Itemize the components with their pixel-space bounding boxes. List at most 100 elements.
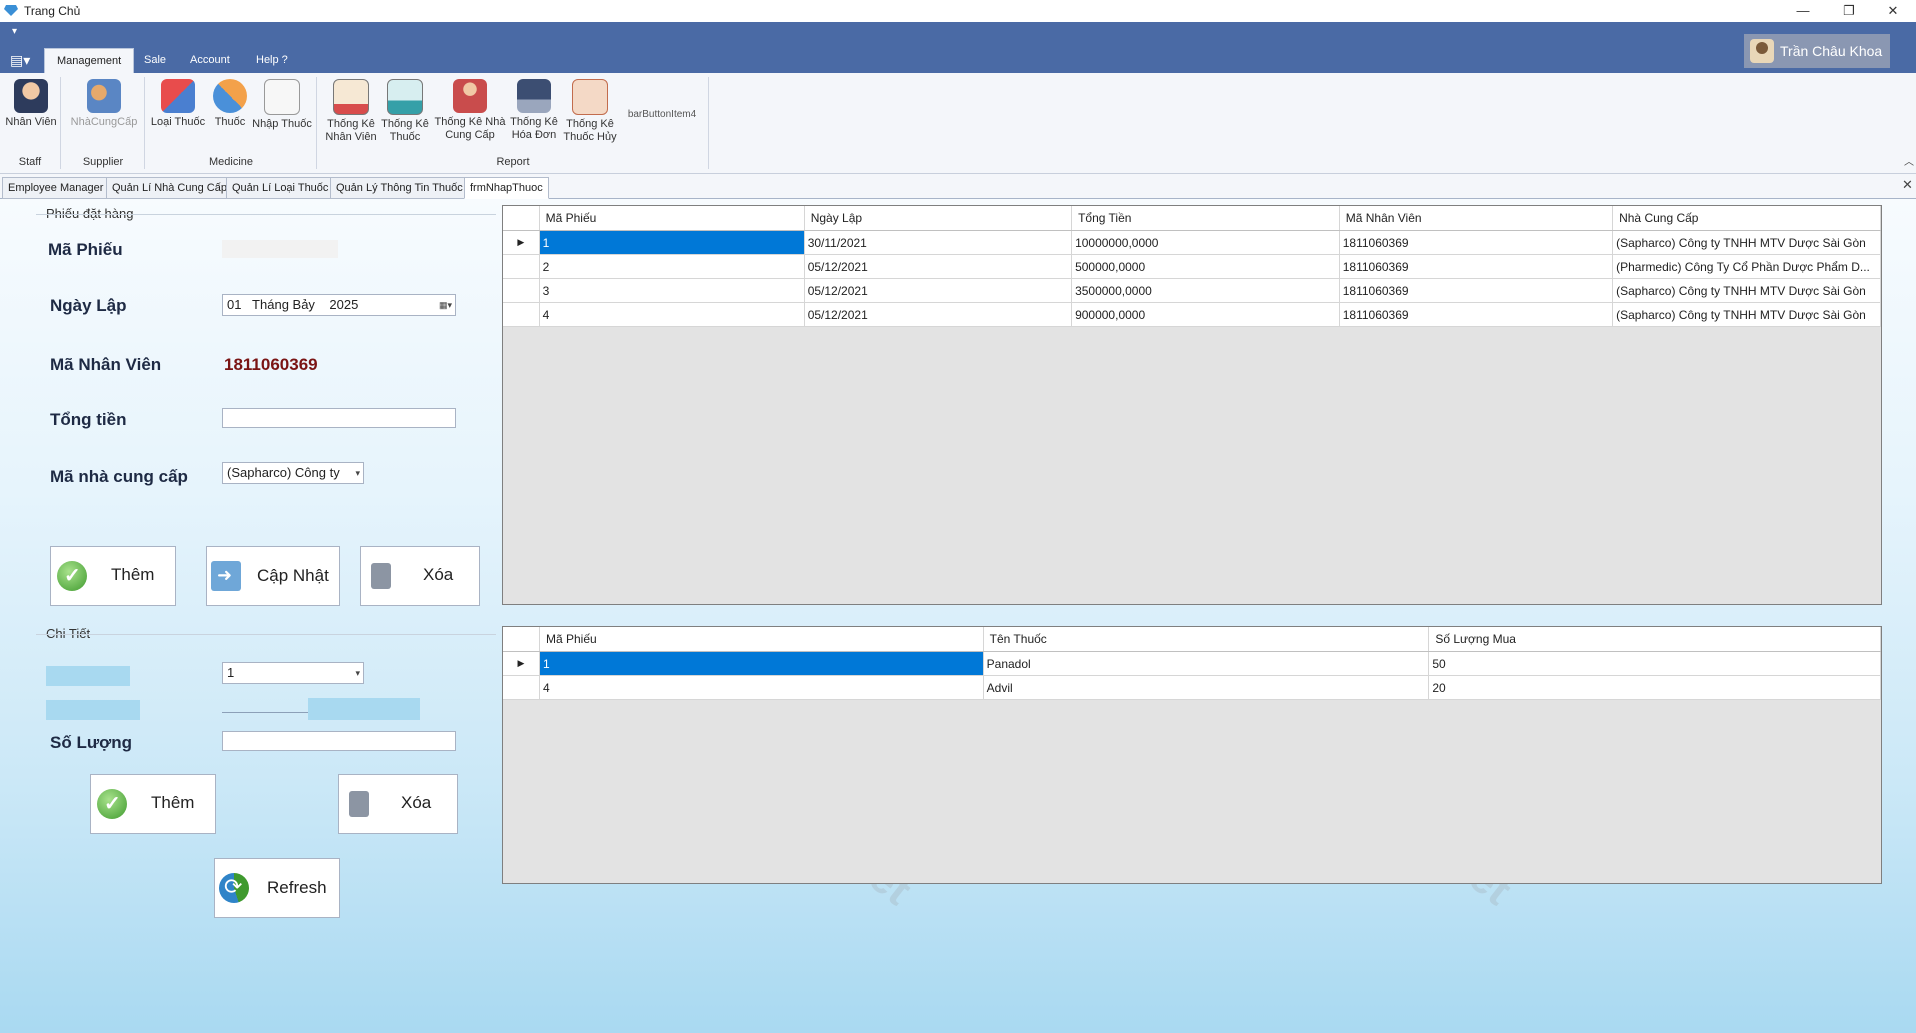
table-cell[interactable]: Advil xyxy=(983,675,1430,700)
column-header[interactable]: Mã Nhân Viên xyxy=(1339,206,1614,231)
group-separator xyxy=(60,77,61,169)
doc-tab-supplier[interactable]: Quản Lí Nhà Cung Cấp xyxy=(106,177,233,199)
table-cell[interactable]: 3 xyxy=(539,278,805,303)
table-cell[interactable]: 1811060369 xyxy=(1339,230,1614,255)
table-cell[interactable]: 1811060369 xyxy=(1339,302,1614,327)
table-cell[interactable]: 50 xyxy=(1428,651,1881,676)
restore-button[interactable]: ❐ xyxy=(1826,0,1872,22)
table-cell[interactable]: 10000000,0000 xyxy=(1071,230,1340,255)
minimize-button[interactable]: — xyxy=(1780,0,1826,22)
ngay-lap-label: Ngày Lập xyxy=(50,296,127,315)
phieu-detail-combobox[interactable]: 1 ▾ xyxy=(222,662,364,684)
table-cell[interactable]: 2 xyxy=(539,254,805,279)
medicine-type-button[interactable]: Loại Thuốc xyxy=(150,79,206,128)
tab-help[interactable]: Help ? xyxy=(244,48,300,72)
collapse-ribbon-icon[interactable]: ︿ xyxy=(1904,153,1914,168)
update-arrow-icon xyxy=(211,561,241,591)
ma-phieu-field[interactable] xyxy=(222,240,338,258)
quick-access-dropdown-icon[interactable]: ▾ xyxy=(12,26,17,37)
thuoc-detail-combobox[interactable] xyxy=(308,698,420,720)
trash-icon xyxy=(371,563,391,589)
table-cell[interactable]: 20 xyxy=(1428,675,1881,700)
app-menu-icon[interactable]: ▤▾ xyxy=(10,52,32,68)
table-cell[interactable]: 500000,0000 xyxy=(1071,254,1340,279)
table-cell[interactable]: 1 xyxy=(539,651,984,676)
supplier-icon xyxy=(87,79,121,113)
medicine-type-icon xyxy=(161,79,195,113)
xoa-order-button[interactable]: Xóa xyxy=(360,546,480,606)
table-cell[interactable]: 900000,0000 xyxy=(1071,302,1340,327)
table-cell[interactable]: 4 xyxy=(539,302,805,327)
close-button[interactable]: ✕ xyxy=(1870,0,1916,22)
doc-tab-medicine-type[interactable]: Quản Lí Loại Thuốc xyxy=(226,177,335,199)
table-row[interactable]: 4 05/12/2021 900000,0000 1811060369 (Sap… xyxy=(503,302,1881,327)
column-header[interactable]: Mã Phiếu xyxy=(539,206,805,231)
close-tab-icon[interactable]: ✕ xyxy=(1902,177,1913,193)
table-cell[interactable]: 1811060369 xyxy=(1339,278,1614,303)
table-row[interactable]: 4 Advil 20 xyxy=(503,675,1881,700)
phieu-detail-value: 1 xyxy=(227,665,235,680)
table-cell[interactable]: 30/11/2021 xyxy=(804,230,1073,255)
supplier-button[interactable]: NhàCungCấp xyxy=(70,79,138,128)
table-cell[interactable]: 05/12/2021 xyxy=(804,278,1073,303)
doc-tab-employee-manager[interactable]: Employee Manager xyxy=(2,177,110,199)
table-cell[interactable]: 1 xyxy=(539,230,805,255)
table-row[interactable]: 3 05/12/2021 3500000,0000 1811060369 (Sa… xyxy=(503,278,1881,303)
pills-button[interactable]: Thuốc xyxy=(210,79,250,128)
tab-sale[interactable]: Sale xyxy=(132,48,178,72)
thuoc-detail-field[interactable] xyxy=(222,712,308,713)
ngay-lap-datepicker[interactable]: 01 Tháng Bảy 2025 ▦▾ xyxy=(222,294,456,316)
table-cell[interactable]: (Sapharco) Công ty TNHH MTV Dược Sài Gòn xyxy=(1612,302,1881,327)
group-separator xyxy=(316,77,317,169)
employee-button[interactable]: Nhân Viên xyxy=(4,79,58,128)
table-cell[interactable]: (Sapharco) Công ty TNHH MTV Dược Sài Gòn xyxy=(1612,278,1881,303)
ma-ncc-combobox[interactable]: (Sapharco) Công ty ▾ xyxy=(222,462,364,484)
tong-tien-field[interactable] xyxy=(222,408,456,428)
column-header[interactable]: Ngày Lập xyxy=(804,206,1073,231)
tab-account[interactable]: Account xyxy=(178,48,242,72)
column-header[interactable]: Nhà Cung Cấp xyxy=(1612,206,1881,231)
supplier-stats-button[interactable]: Thống Kê Nhà Cung Cấp xyxy=(434,79,506,142)
invoice-stats-button[interactable]: Thống Kê Hóa Đơn xyxy=(508,79,560,142)
order-group-border xyxy=(36,214,496,215)
refresh-button[interactable]: Refresh xyxy=(214,858,340,918)
table-cell[interactable]: 1811060369 xyxy=(1339,254,1614,279)
refresh-label: Refresh xyxy=(267,878,327,897)
table-cell[interactable]: (Pharmedic) Công Ty Cổ Phần Dược Phẩm D.… xyxy=(1612,254,1881,279)
them-detail-button[interactable]: Thêm xyxy=(90,774,216,834)
table-row[interactable]: ▶ 1 Panadol 50 xyxy=(503,651,1881,676)
so-luong-field[interactable] xyxy=(222,731,456,751)
cancelled-medicine-stats-button[interactable]: Thống Kê Thuốc Hủy xyxy=(562,79,618,144)
supplier-stats-icon xyxy=(453,79,487,113)
column-header[interactable]: Mã Phiếu xyxy=(539,627,984,652)
row-header-corner xyxy=(503,206,540,231)
medicine-stats-button[interactable]: Thống Kê Thuốc xyxy=(380,79,430,144)
import-medicine-button[interactable]: Nhập Thuốc xyxy=(252,79,312,130)
table-cell[interactable]: 05/12/2021 xyxy=(804,302,1073,327)
row-header xyxy=(503,302,540,327)
user-button[interactable]: Trần Châu Khoa xyxy=(1744,34,1890,68)
doc-tab-frmnhapthuoc[interactable]: frmNhapThuoc xyxy=(464,177,549,199)
table-cell[interactable]: Panadol xyxy=(983,651,1430,676)
pills-icon xyxy=(213,79,247,113)
table-cell[interactable]: 05/12/2021 xyxy=(804,254,1073,279)
bar-button-item-4[interactable]: barButtonItem4 xyxy=(622,109,702,120)
them-order-button[interactable]: Thêm xyxy=(50,546,176,606)
group-report: Report xyxy=(496,156,530,168)
table-row[interactable]: 2 05/12/2021 500000,0000 1811060369 (Pha… xyxy=(503,254,1881,279)
ma-phieu-label: Mã Phiếu xyxy=(48,240,123,259)
xoa-detail-button[interactable]: Xóa xyxy=(338,774,458,834)
doc-tab-medicine-info[interactable]: Quản Lý Thông Tin Thuốc xyxy=(330,177,469,199)
column-header[interactable]: Số Lượng Mua xyxy=(1428,627,1881,652)
table-cell[interactable]: 4 xyxy=(539,675,984,700)
column-header[interactable]: Tên Thuốc xyxy=(983,627,1430,652)
table-row[interactable]: ▶ 1 30/11/2021 10000000,0000 1811060369 … xyxy=(503,230,1881,255)
tab-management[interactable]: Management xyxy=(44,48,135,73)
calendar-icon[interactable]: ▦▾ xyxy=(439,295,452,315)
employee-stats-button[interactable]: Thống Kê Nhân Viên xyxy=(322,79,380,144)
table-cell[interactable]: 3500000,0000 xyxy=(1071,278,1340,303)
table-cell[interactable]: (Sapharco) Công ty TNHH MTV Dược Sài Gòn xyxy=(1612,230,1881,255)
ma-nhan-vien-value: 1811060369 xyxy=(224,355,318,374)
column-header[interactable]: Tổng Tiền xyxy=(1071,206,1340,231)
cap-nhat-button[interactable]: Cập Nhật xyxy=(206,546,340,606)
